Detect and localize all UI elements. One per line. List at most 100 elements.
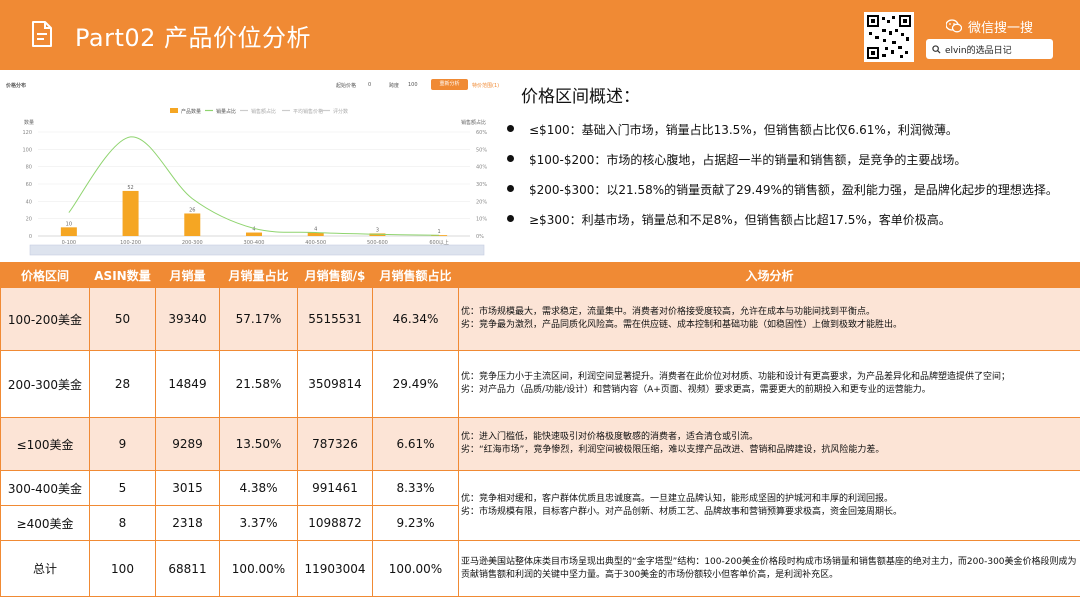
revenue-share-cell: 8.33% xyxy=(372,470,459,506)
monthly-sales-cell: 39340 xyxy=(155,287,220,351)
col-header: 月销量 xyxy=(155,262,220,288)
special-range-link[interactable]: 特价范围(1) xyxy=(472,82,499,89)
price-range-cell: 总计 xyxy=(0,540,90,597)
analysis-cell: 优：市场规模最大，需求稳定，流量集中。消费者对价格接受度较高，允许在成本与功能间… xyxy=(458,287,1080,351)
monthly-sales-cell: 68811 xyxy=(155,540,220,597)
table-row: 总计 100 68811 100.00% 11903004 100.00% 亚马… xyxy=(0,540,1080,597)
bar xyxy=(246,232,262,236)
step-label: 跨度 xyxy=(389,83,400,89)
col-header: ASIN数量 xyxy=(89,262,156,288)
revenue-share-cell: 29.49% xyxy=(372,350,459,418)
wechat-icon xyxy=(946,19,962,33)
col-header: 月销量占比 xyxy=(219,262,298,288)
asin-count-cell: 50 xyxy=(89,287,156,351)
y2-tick-label: 40% xyxy=(476,165,487,171)
asin-count-cell: 5 xyxy=(89,470,156,506)
bar-value-label: 4 xyxy=(252,227,255,233)
y2-tick-label: 60% xyxy=(476,130,487,136)
revenue-share-cell: 100.00% xyxy=(372,540,459,597)
table-row: 200-300美金 28 14849 21.58% 3509814 29.49%… xyxy=(0,350,1080,418)
bar-value-label: 1 xyxy=(438,229,441,235)
qr-code-icon xyxy=(864,12,914,62)
analysis-cell: 优：竞争相对缓和，客户群体优质且忠诚度高。一旦建立品牌认知，能形成坚固的护城河和… xyxy=(458,470,1080,541)
sales-share-cell: 3.37% xyxy=(219,505,298,541)
reanalyze-button[interactable]: 重新分析 xyxy=(431,79,468,90)
y2-tick-label: 0% xyxy=(476,234,484,240)
document-icon xyxy=(32,21,52,47)
revenue-cell: 11903004 xyxy=(297,540,373,597)
sales-share-cell: 57.17% xyxy=(219,287,298,351)
price-distribution-chart: 产品数量 销量占比 销售额占比 平均销售价格 评分数数量 销售额占比0 0%20 10%40 2… xyxy=(22,108,487,256)
bar-value-label: 3 xyxy=(376,227,379,233)
col-header: 入场分析 xyxy=(458,262,1080,288)
start-price-label: 起始价格 xyxy=(336,83,357,89)
monthly-sales-cell: 14849 xyxy=(155,350,220,418)
monthly-sales-cell: 9289 xyxy=(155,417,220,471)
bullet-icon xyxy=(507,215,514,222)
table-row: ≤100美金 9 9289 13.50% 787326 6.61% 优：进入门槛… xyxy=(0,417,1080,471)
bar xyxy=(184,213,201,236)
search-icon xyxy=(932,44,941,54)
search-text: elvin的选品日记 xyxy=(945,45,1012,56)
y-tick-label: 20 xyxy=(26,217,32,223)
y-tick-label: 0 xyxy=(29,234,32,240)
sales-share-cell: 100.00% xyxy=(219,540,298,597)
y2-tick-label: 30% xyxy=(476,182,487,188)
bar-value-label: 10 xyxy=(66,221,72,227)
overview-title: 价格区间概述： xyxy=(521,87,640,107)
y-tick-label: 60 xyxy=(26,182,32,188)
monthly-sales-cell: 2318 xyxy=(155,505,220,541)
sales-share-cell: 13.50% xyxy=(219,417,298,471)
legend-label: 销量占比 xyxy=(216,108,236,115)
bar-value-label: 4 xyxy=(314,227,317,233)
bar-value-label: 26 xyxy=(189,207,195,213)
step-input[interactable]: 100 xyxy=(408,82,418,88)
chart-title: 价格分布 xyxy=(6,83,27,89)
revenue-cell: 3509814 xyxy=(297,350,373,418)
legend-label: 产品数量 xyxy=(181,108,201,115)
page-title: Part02 产品价位分析 xyxy=(75,24,312,52)
revenue-cell: 5515531 xyxy=(297,287,373,351)
y2-tick-label: 10% xyxy=(476,217,487,223)
bar-value-label: 52 xyxy=(127,185,133,191)
asin-count-cell: 8 xyxy=(89,505,156,541)
price-chart-panel: 价格分布 起始价格 0 跨度 100 重新分析 特价范围(1) 产品数量 销量占比… xyxy=(0,72,505,260)
bullet-icon xyxy=(507,155,514,162)
table-row: 300-400美金 5 3015 4.38% 991461 8.33% 优：竞争… xyxy=(0,470,1080,541)
analysis-cell: 优：进入门槛低，能快速吸引对价格极度敏感的消费者，适合清仓或引流。 劣：“红海市场… xyxy=(458,417,1080,471)
revenue-share-cell: 6.61% xyxy=(372,417,459,471)
legend-swatch xyxy=(170,108,178,113)
wechat-search-label: 微信搜一搜 xyxy=(946,16,1033,36)
bullet-icon xyxy=(507,125,514,132)
price-range-cell: 200-300美金 xyxy=(0,350,90,418)
sales-share-cell: 21.58% xyxy=(219,350,298,418)
bullet-icon xyxy=(507,185,514,192)
revenue-share-cell: 46.34% xyxy=(372,287,459,351)
legend-label: 销售额占比 xyxy=(251,108,276,115)
monthly-sales-cell: 3015 xyxy=(155,470,220,506)
table-row: 100-200美金 50 39340 57.17% 5515531 46.34%… xyxy=(0,287,1080,351)
start-price-input[interactable]: 0 xyxy=(368,82,371,88)
col-header: 月销售额/$ xyxy=(297,262,373,288)
bar xyxy=(60,227,77,236)
sales-share-cell: 4.38% xyxy=(219,470,298,506)
col-header: 月销售额占比 xyxy=(372,262,459,288)
header-bar: Part02 产品价位分析 微信搜一搜 elvin的选品日记 xyxy=(0,0,1080,70)
analysis-cell: 亚马逊美国站整体床类目市场呈现出典型的“金字塔型”结构：100-200美金价格段… xyxy=(458,540,1080,597)
revenue-cell: 787326 xyxy=(297,417,373,471)
analysis-cell: 优：竞争压力小于主流区间，利润空间显著提升。消费者在此价位对材质、功能和设计有更… xyxy=(458,350,1080,418)
y-tick-label: 120 xyxy=(22,130,32,136)
price-range-cell: 300-400美金 xyxy=(0,470,90,506)
revenue-share-cell: 9.23% xyxy=(372,505,459,541)
revenue-cell: 1098872 xyxy=(297,505,373,541)
y2-tick-label: 20% xyxy=(476,199,487,205)
price-overview: 价格区间概述： ≤$100：基础入门市场，销量占比13.5%，但销售额占比仅6.… xyxy=(505,72,1080,260)
chart-toolbar: 价格分布 起始价格 0 跨度 100 重新分析 特价范围(1) xyxy=(6,79,501,94)
col-header: 价格区间 xyxy=(0,262,90,288)
y-tick-label: 80 xyxy=(26,165,32,171)
legend-label: 平均销售价格 xyxy=(293,108,323,115)
search-box[interactable]: elvin的选品日记 xyxy=(926,39,1053,59)
price-range-cell: ≤100美金 xyxy=(0,417,90,471)
asin-count-cell: 28 xyxy=(89,350,156,418)
price-table: 价格区间 ASIN数量 月销量 月销量占比 月销售额/$ 月销售额占比 入场分析… xyxy=(0,262,1080,597)
